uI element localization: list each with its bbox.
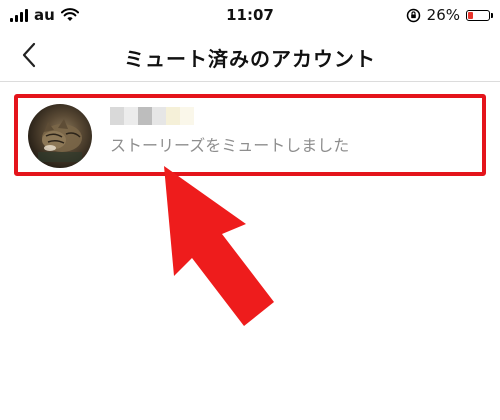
- battery-fill: [468, 11, 473, 19]
- account-username: [110, 107, 194, 125]
- orientation-lock-icon: [406, 8, 420, 22]
- cat-photo-icon: [38, 119, 82, 162]
- page-title: ミュート済みのアカウント: [124, 47, 376, 71]
- battery-icon: [466, 9, 493, 21]
- arrow-pointer-icon: [164, 166, 274, 326]
- mute-status-text: ストーリーズをミュートしました: [110, 136, 350, 155]
- navigation-header: ミュート済みのアカウント: [0, 30, 500, 82]
- avatar[interactable]: [28, 104, 92, 168]
- battery-percent: 26%: [426, 6, 460, 24]
- status-right: 26%: [406, 6, 493, 24]
- status-bar: au 11:07 26%: [0, 0, 500, 30]
